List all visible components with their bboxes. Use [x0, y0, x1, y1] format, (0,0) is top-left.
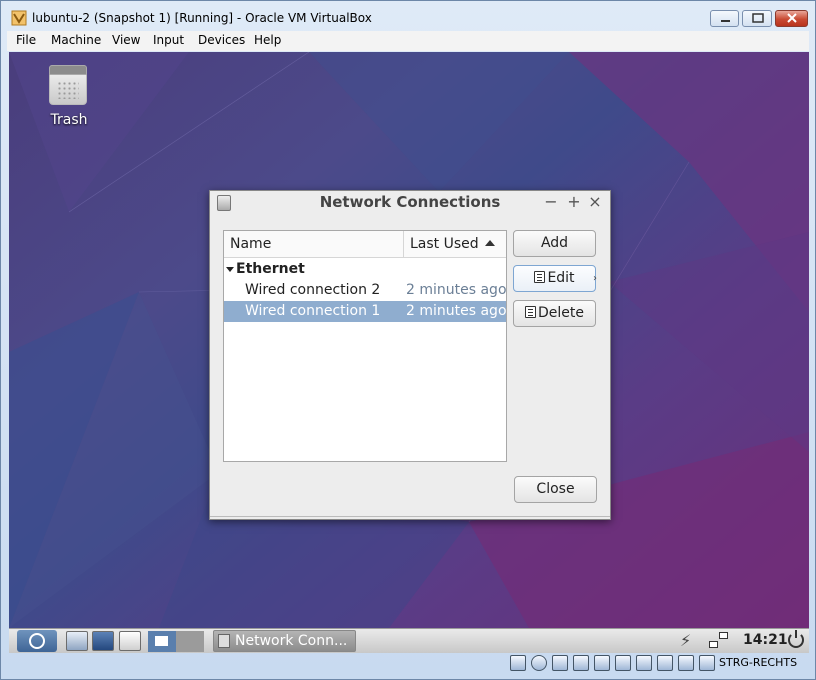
power-icon[interactable]: [788, 630, 804, 648]
restore-icon: [752, 13, 764, 23]
connection-row[interactable]: Wired connection 2 2 minutes ago: [224, 280, 507, 301]
dialog-minimize-button[interactable]: −: [542, 193, 560, 211]
recording-icon[interactable]: [657, 655, 673, 671]
dialog-maximize-button[interactable]: +: [565, 193, 583, 211]
dialog-bottom-edge: [210, 516, 610, 520]
shared-folders-icon[interactable]: [594, 655, 610, 671]
host-window-title: lubuntu-2 (Snapshot 1) [Running] - Oracl…: [32, 11, 372, 25]
lubuntu-logo-icon: [29, 633, 45, 649]
file-manager-launcher-icon[interactable]: [66, 631, 88, 651]
trash-icon: [49, 65, 87, 105]
desktop-switcher[interactable]: [148, 631, 204, 652]
add-button[interactable]: Add: [513, 230, 596, 257]
edit-button-label: Edit: [547, 270, 575, 286]
minimize-button[interactable]: [710, 10, 739, 27]
connection-last-used: 2 minutes ago: [406, 282, 507, 298]
delete-button-label: Delete: [538, 305, 584, 321]
network-status-icon[interactable]: [636, 655, 652, 671]
close-button[interactable]: Close: [514, 476, 597, 503]
host-menubar: File Machine View Input Devices Help: [7, 31, 809, 51]
connection-last-used: 2 minutes ago: [406, 303, 507, 319]
hard-disk-icon[interactable]: [510, 655, 526, 671]
maximize-button[interactable]: [742, 10, 772, 27]
column-header-name[interactable]: Name: [224, 231, 404, 257]
network-tray-icon[interactable]: [709, 632, 729, 650]
network-app-icon: [218, 634, 230, 648]
menu-view[interactable]: View: [112, 33, 140, 47]
taskbar-item-label: Network Conn...: [235, 633, 348, 649]
desktop-icon-trash[interactable]: Trash: [37, 62, 101, 132]
taskbar-item-network-connections[interactable]: Network Conn...: [213, 630, 356, 652]
dialog-close-button[interactable]: ×: [586, 193, 604, 211]
display-icon[interactable]: [615, 655, 631, 671]
power-manager-icon[interactable]: ⚡: [680, 631, 691, 650]
workspace-1[interactable]: [148, 631, 176, 652]
dialog-titlebar[interactable]: Network Connections − + ×: [210, 191, 610, 215]
group-label: Ethernet: [236, 261, 305, 277]
connection-row-selected[interactable]: Wired connection 1 2 minutes ago: [224, 301, 507, 322]
edit-icon: [534, 271, 546, 283]
guest-desktop[interactable]: Trash Network Connections − + × Name Las…: [9, 52, 809, 628]
menu-file[interactable]: File: [16, 33, 36, 47]
host-titlebar[interactable]: lubuntu-2 (Snapshot 1) [Running] - Oracl…: [1, 1, 815, 31]
menu-machine[interactable]: Machine: [51, 33, 101, 47]
close-window-button[interactable]: [775, 10, 808, 27]
dialog-title: Network Connections: [319, 193, 501, 211]
audio-icon[interactable]: [552, 655, 568, 671]
minimize-icon: [721, 20, 730, 22]
maximize-icon: +: [567, 192, 581, 211]
connections-list[interactable]: Name Last Used Ethernet Wired connection…: [223, 230, 507, 462]
panel-clock[interactable]: 14:21: [743, 632, 788, 648]
expander-down-icon[interactable]: [226, 267, 234, 272]
edit-button[interactable]: Edit: [513, 265, 596, 292]
column-name-label: Name: [230, 236, 272, 252]
minimize-icon: −: [544, 192, 558, 211]
connection-name: Wired connection 2: [245, 282, 381, 298]
connection-name: Wired connection 1: [245, 303, 381, 319]
sort-ascending-icon: [485, 240, 495, 246]
delete-icon: [525, 306, 536, 318]
mouse-cursor-icon: ›: [593, 273, 597, 284]
close-icon: ×: [588, 192, 602, 211]
lxde-panel: Network Conn... ⚡ 14:21: [9, 628, 809, 653]
menu-help[interactable]: Help: [254, 33, 281, 47]
list-header: Name Last Used: [224, 231, 506, 258]
mouse-integration-icon[interactable]: [699, 655, 715, 671]
delete-button[interactable]: Delete: [513, 300, 596, 327]
column-last-used-label: Last Used: [410, 236, 479, 252]
column-header-last-used[interactable]: Last Used: [404, 231, 506, 257]
desktop-icon-label: Trash: [50, 112, 88, 128]
group-row-ethernet[interactable]: Ethernet: [224, 260, 506, 280]
menu-devices[interactable]: Devices: [198, 33, 245, 47]
host-key-label: STRG-RECHTS: [719, 656, 798, 669]
virtualization-icon[interactable]: [678, 655, 694, 671]
menu-input[interactable]: Input: [153, 33, 184, 47]
show-desktop-icon[interactable]: [119, 631, 141, 651]
browser-launcher-icon[interactable]: [92, 631, 114, 651]
host-status-bar: STRG-RECHTS: [1, 653, 815, 679]
close-icon: [787, 13, 797, 23]
usb-icon[interactable]: [573, 655, 589, 671]
virtualbox-app-icon: [11, 10, 27, 26]
start-menu-button[interactable]: [17, 630, 57, 652]
network-connections-dialog: Network Connections − + × Name Last Used: [209, 190, 611, 520]
optical-drive-icon[interactable]: [531, 655, 547, 671]
virtualbox-window: lubuntu-2 (Snapshot 1) [Running] - Oracl…: [0, 0, 816, 680]
